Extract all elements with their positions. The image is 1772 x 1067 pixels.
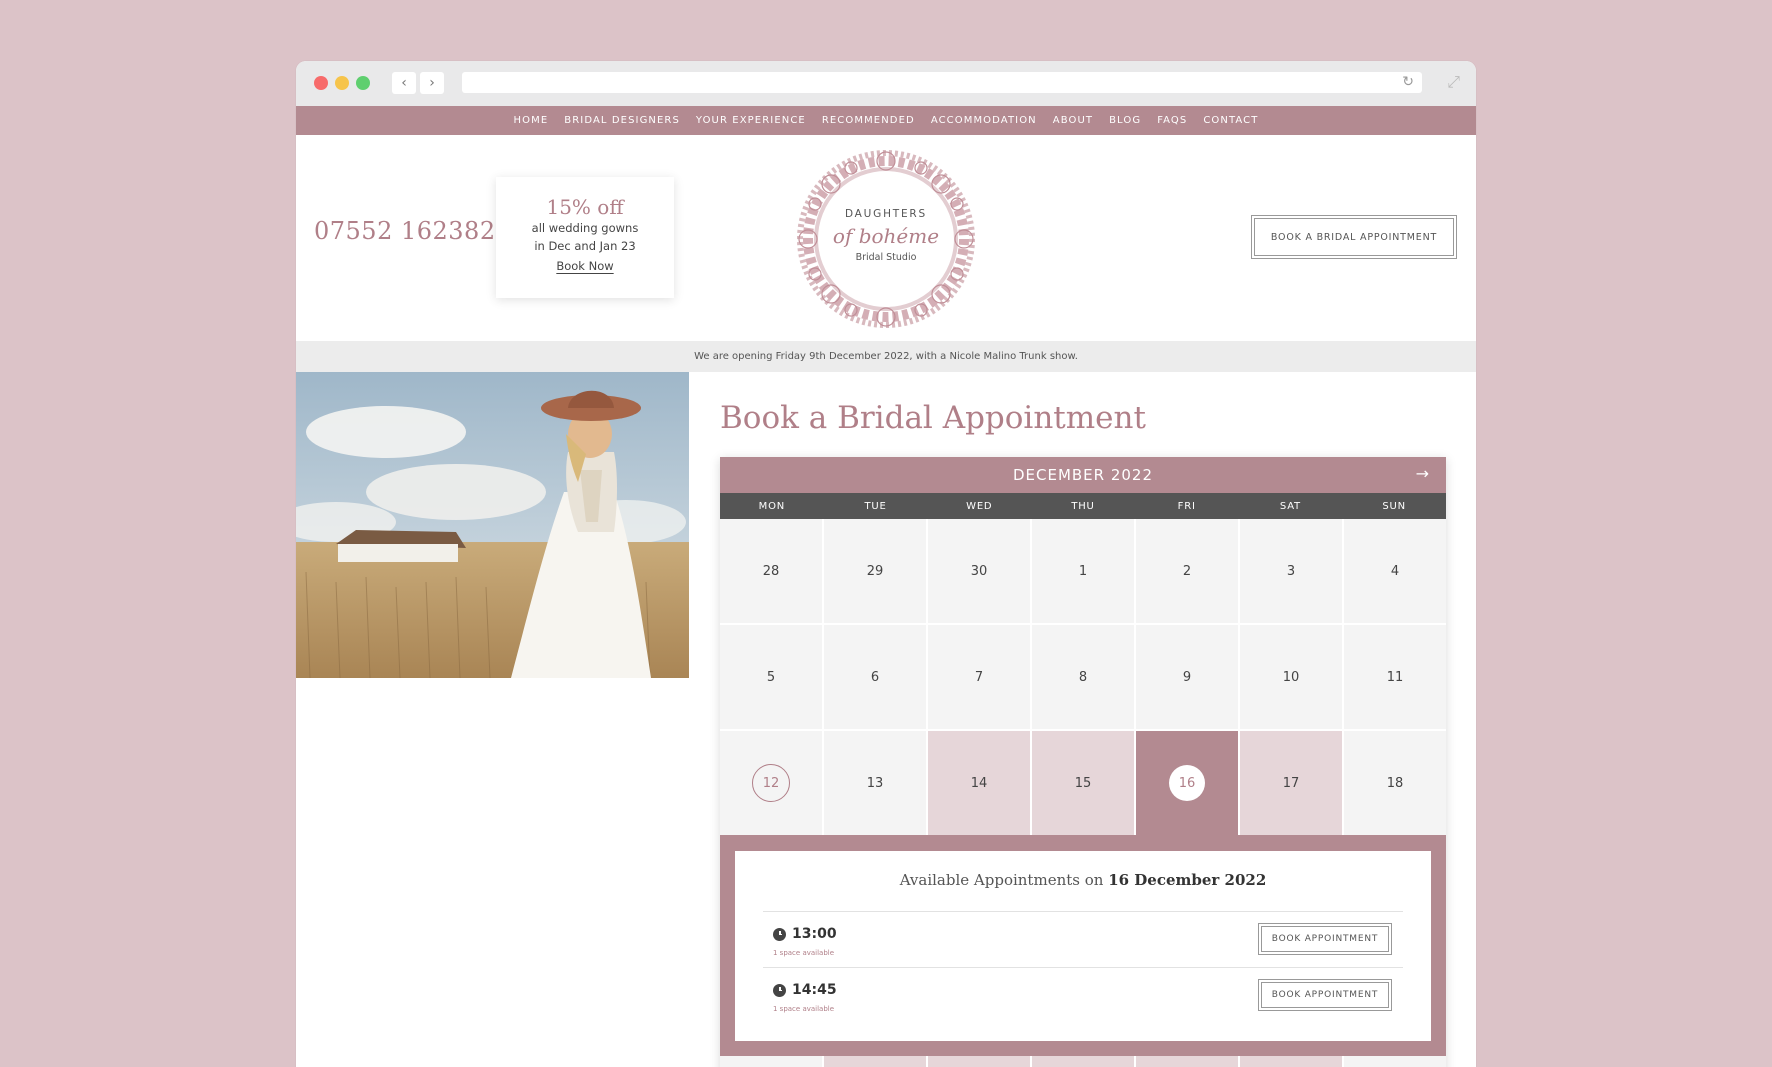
appointments-date: 16 December 2022 (1108, 871, 1267, 889)
weekday-fri: FRI (1177, 500, 1196, 512)
logo-text-daughters: DAUGHTERS (844, 208, 927, 220)
calendar-day-available[interactable]: 14 (928, 731, 1030, 835)
calendar-day: 7 (928, 625, 1030, 729)
maximize-window-dot[interactable] (356, 76, 370, 90)
calendar-day: 5 (720, 625, 822, 729)
back-chevron-icon[interactable]: ‹ (392, 72, 416, 94)
close-window-dot[interactable] (314, 76, 328, 90)
clock-icon (773, 927, 786, 941)
calendar-day: 9 (1136, 625, 1238, 729)
calendar-day-partial (720, 1056, 822, 1067)
site-header: 07552 162382 15% off all wedding gowns i… (296, 135, 1476, 341)
slot-availability: 1 space available (773, 949, 835, 957)
nav-blog[interactable]: BLOG (1109, 115, 1141, 126)
appointments-panel: Available Appointments on 16 December 20… (720, 835, 1446, 1056)
calendar-day-partial (1032, 1056, 1134, 1067)
appointment-slot: 14:45 1 space available BOOK APPOINTMENT (763, 967, 1403, 1023)
announcement-banner: We are opening Friday 9th December 2022,… (296, 341, 1476, 372)
book-appointment-button[interactable]: BOOK APPOINTMENT (1258, 979, 1392, 1011)
forward-chevron-icon[interactable]: › (420, 72, 444, 94)
calendar-day-available[interactable]: 15 (1032, 731, 1134, 835)
logo-text-bridal-studio: Bridal Studio (855, 252, 917, 263)
fullscreen-icon[interactable]: ⤢ (1447, 72, 1460, 92)
calendar-day-partial (1136, 1056, 1238, 1067)
nav-home[interactable]: HOME (514, 115, 549, 126)
calendar-day: 1 (1032, 519, 1134, 623)
address-bar[interactable]: ↻ (462, 72, 1422, 93)
today-marker: 12 (752, 764, 790, 802)
calendar-day: 13 (824, 731, 926, 835)
nav-faqs[interactable]: FAQS (1157, 115, 1187, 126)
slot-time: 13:00 (773, 926, 837, 942)
nav-about[interactable]: ABOUT (1053, 115, 1093, 126)
book-bridal-appointment-button[interactable]: BOOK A BRIDAL APPOINTMENT (1251, 215, 1457, 259)
calendar-day: 29 (824, 519, 926, 623)
weekday-sat: SAT (1279, 500, 1301, 512)
weekday-header-row: MON TUE WED THU FRI SAT SUN (720, 493, 1446, 519)
nav-accommodation[interactable]: ACCOMMODATION (931, 115, 1037, 126)
appointments-card: Available Appointments on 16 December 20… (735, 851, 1431, 1041)
booking-calendar: DECEMBER 2022 → MON TUE WED THU FRI SAT … (720, 457, 1446, 1067)
slot-time-label: 14:45 (792, 982, 837, 998)
calendar-day: 30 (928, 519, 1030, 623)
calendar-day-selected[interactable]: 16 (1136, 731, 1238, 835)
weekday-thu: THU (1071, 500, 1095, 512)
main-navigation: HOME BRIDAL DESIGNERS YOUR EXPERIENCE RE… (296, 106, 1476, 135)
calendar-day-partial (928, 1056, 1030, 1067)
slot-availability: 1 space available (773, 1005, 835, 1013)
weekday-mon: MON (758, 500, 786, 512)
calendar-day-partial (824, 1056, 926, 1067)
calendar-day-partial (1240, 1056, 1342, 1067)
weekday-sun: SUN (1382, 500, 1406, 512)
promo-book-now-link[interactable]: Book Now (556, 259, 613, 273)
promo-card: 15% off all wedding gowns in Dec and Jan… (496, 177, 674, 298)
nav-bridal-designers[interactable]: BRIDAL DESIGNERS (564, 115, 680, 126)
calendar-day: 28 (720, 519, 822, 623)
phone-number[interactable]: 07552 162382 (314, 217, 496, 245)
selected-day-marker: 16 (1169, 765, 1205, 801)
slot-time-label: 13:00 (792, 926, 837, 942)
calendar-days-grid: 28 29 30 1 2 3 4 5 6 7 8 9 10 11 12 13 1… (720, 519, 1446, 835)
appointment-slot: 13:00 1 space available BOOK APPOINTMENT (763, 911, 1403, 967)
calendar-day: 2 (1136, 519, 1238, 623)
reload-icon[interactable]: ↻ (1402, 74, 1414, 90)
calendar-month-label: DECEMBER 2022 (1012, 466, 1154, 484)
calendar-day: 6 (824, 625, 926, 729)
calendar-day: 18 (1344, 731, 1446, 835)
logo-text-boheme: of bohéme (832, 224, 940, 248)
booking-title: Book a Bridal Appointment (720, 400, 1146, 436)
calendar-next-week-row (720, 1056, 1446, 1067)
calendar-day: 3 (1240, 519, 1342, 623)
browser-window: ‹ › ↻ ⤢ HOME BRIDAL DESIGNERS YOUR EXPER… (296, 61, 1476, 1067)
slot-time: 14:45 (773, 982, 837, 998)
weekday-tue: TUE (864, 500, 887, 512)
clock-icon (773, 983, 786, 997)
calendar-day-available[interactable]: 17 (1240, 731, 1342, 835)
calendar-day: 10 (1240, 625, 1342, 729)
bride-photo (296, 372, 689, 678)
appointments-title-prefix: Available Appointments on (899, 871, 1104, 889)
calendar-day: 8 (1032, 625, 1134, 729)
browser-chrome: ‹ › ↻ ⤢ (296, 61, 1476, 106)
calendar-day-partial (1344, 1056, 1446, 1067)
calendar-month-header: DECEMBER 2022 → (720, 457, 1446, 493)
next-month-arrow-icon[interactable]: → (1416, 464, 1430, 483)
weekday-wed: WED (966, 500, 993, 512)
calendar-day: 4 (1344, 519, 1446, 623)
nav-recommended[interactable]: RECOMMENDED (822, 115, 915, 126)
site-logo[interactable]: DAUGHTERS of bohéme Bridal Studio (793, 146, 979, 332)
promo-line-2: in Dec and Jan 23 (534, 239, 636, 253)
nav-contact[interactable]: CONTACT (1203, 115, 1258, 126)
minimize-window-dot[interactable] (335, 76, 349, 90)
promo-title: 15% off (546, 195, 624, 219)
book-appointment-button[interactable]: BOOK APPOINTMENT (1258, 923, 1392, 955)
calendar-day: 11 (1344, 625, 1446, 729)
nav-your-experience[interactable]: YOUR EXPERIENCE (696, 115, 806, 126)
main-content: Book a Bridal Appointment DECEMBER 2022 … (296, 372, 1476, 1067)
calendar-day-today[interactable]: 12 (720, 731, 822, 835)
appointments-title: Available Appointments on 16 December 20… (763, 871, 1403, 889)
promo-line-1: all wedding gowns (531, 221, 639, 235)
